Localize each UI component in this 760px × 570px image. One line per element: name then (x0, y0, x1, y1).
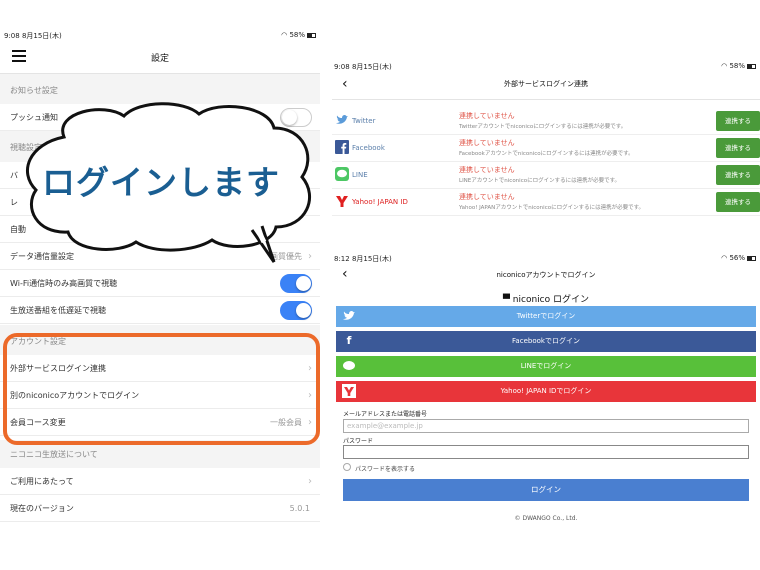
row-label: ご利用にあたって (10, 477, 74, 486)
row-label: レ (10, 198, 18, 207)
service-desc: Facebookアカウントでniconicoにログインするには連携が必要です。 (459, 151, 634, 157)
service-desc: Yahoo! JAPANアカウントでniconicoにログインするには連携が必要… (459, 205, 645, 211)
highlight-frame (3, 333, 320, 445)
status-battery: ◠ 56% (721, 254, 756, 262)
row-label: 現在のバージョン (10, 504, 74, 513)
facebook-icon: f (346, 334, 352, 347)
link-yahoo-button[interactable]: 連携する (716, 192, 760, 212)
facebook-icon (335, 140, 349, 154)
tv-icon: ▀ (503, 295, 510, 305)
battery-icon (747, 255, 756, 261)
password-label: パスワード (343, 438, 374, 445)
nav-bar: ‹ niconicoアカウントでログイン (332, 264, 760, 290)
row-low-latency: 生放送番組を低遅延で視聴 (0, 297, 320, 324)
chevron-right-icon: › (308, 476, 312, 487)
service-desc: Twitterアカウントでniconicoにログインするには連携が必要です。 (459, 124, 627, 130)
wifi-hq-toggle[interactable] (280, 274, 312, 293)
email-label: メールアドレスまたは電話番号 (343, 411, 428, 418)
service-status: 連携していません (459, 193, 515, 201)
nav-bar: 設定 (0, 40, 320, 74)
line-icon (343, 361, 355, 370)
yahoo-login-button[interactable]: Yahoo! JAPAN IDでログイン (336, 381, 756, 402)
login-button[interactable]: ログイン (343, 479, 749, 501)
battery-icon (747, 63, 756, 69)
facebook-login-button[interactable]: f Facebookでログイン (336, 331, 756, 352)
status-time: 8:12 8月15日(木) (334, 255, 392, 263)
service-row-line: LINE 連携していません LINEアカウントでniconicoにログインするに… (332, 162, 760, 189)
twitter-icon (343, 311, 355, 320)
row-version: 現在のバージョン 5.0.1 (0, 495, 320, 522)
bubble-text: ログインします (42, 163, 280, 202)
status-battery: ◠ 58% (721, 62, 756, 70)
copyright: © DWANGO Co., Ltd. (514, 515, 578, 522)
service-status: 連携していません (459, 139, 515, 147)
show-password-checkbox[interactable] (343, 463, 351, 471)
low-latency-toggle[interactable] (280, 301, 312, 320)
wifi-icon: ◠ (721, 62, 728, 70)
row-label: 生放送番組を低遅延で視聴 (10, 306, 106, 315)
service-name: Twitter (352, 117, 376, 125)
niconico-logo: ▀ niconico ログイン (503, 295, 589, 305)
row-terms[interactable]: ご利用にあたって › (0, 468, 320, 495)
service-name: Yahoo! JAPAN ID (352, 198, 408, 206)
yahoo-icon (342, 384, 356, 398)
status-battery: ◠ 58% (281, 31, 316, 39)
wifi-icon: ◠ (721, 254, 728, 262)
wifi-icon: ◠ (281, 31, 288, 39)
service-row-twitter: Twitter 連携していません Twitterアカウントでniconicoにロ… (332, 108, 760, 135)
row-label: バ (10, 171, 18, 180)
row-wifi-hq: Wi-Fi通信時のみ高画質で視聴 (0, 270, 320, 297)
line-icon (335, 167, 349, 181)
email-field[interactable]: example@example.jp (343, 419, 749, 433)
service-row-yahoo: Yahoo! JAPAN ID 連携していません Yahoo! JAPANアカウ… (332, 189, 760, 216)
line-login-button[interactable]: LINEでログイン (336, 356, 756, 377)
service-status: 連携していません (459, 112, 515, 120)
twitter-icon (336, 115, 348, 124)
service-name: Facebook (352, 144, 385, 152)
link-twitter-button[interactable]: 連携する (716, 111, 760, 131)
external-login-screen: 9:08 8月15日(木) ◠ 58% ‹ 外部サービスログイン連携 Twitt… (332, 58, 760, 238)
service-desc: LINEアカウントでniconicoにログインするには連携が必要です。 (459, 178, 621, 184)
settings-screen: 9:08 8月15日(木) ◠ 58% 設定 お知らせ設定 プッシュ通知 視聴設… (0, 0, 320, 570)
row-label: Wi-Fi通信時のみ高画質で視聴 (10, 279, 118, 288)
service-row-facebook: Facebook 連携していません Facebookアカウントでniconico… (332, 135, 760, 162)
page-title: 設定 (150, 54, 169, 64)
link-line-button[interactable]: 連携する (716, 165, 760, 185)
page-title: 外部サービスログイン連携 (504, 80, 588, 88)
service-name: LINE (352, 171, 368, 179)
twitter-login-button[interactable]: Twitterでログイン (336, 306, 756, 327)
battery-icon (307, 32, 316, 38)
nav-bar: ‹ 外部サービスログイン連携 (332, 70, 760, 100)
yahoo-icon (336, 196, 348, 207)
niconico-login-screen: 8:12 8月15日(木) ◠ 56% ‹ niconicoアカウントでログイン… (332, 250, 760, 540)
page-title: niconicoアカウントでログイン (496, 271, 596, 279)
password-field[interactable] (343, 445, 749, 459)
show-password-label: パスワードを表示する (355, 466, 416, 473)
row-value: 5.0.1 (289, 504, 310, 513)
service-status: 連携していません (459, 166, 515, 174)
link-facebook-button[interactable]: 連携する (716, 138, 760, 158)
